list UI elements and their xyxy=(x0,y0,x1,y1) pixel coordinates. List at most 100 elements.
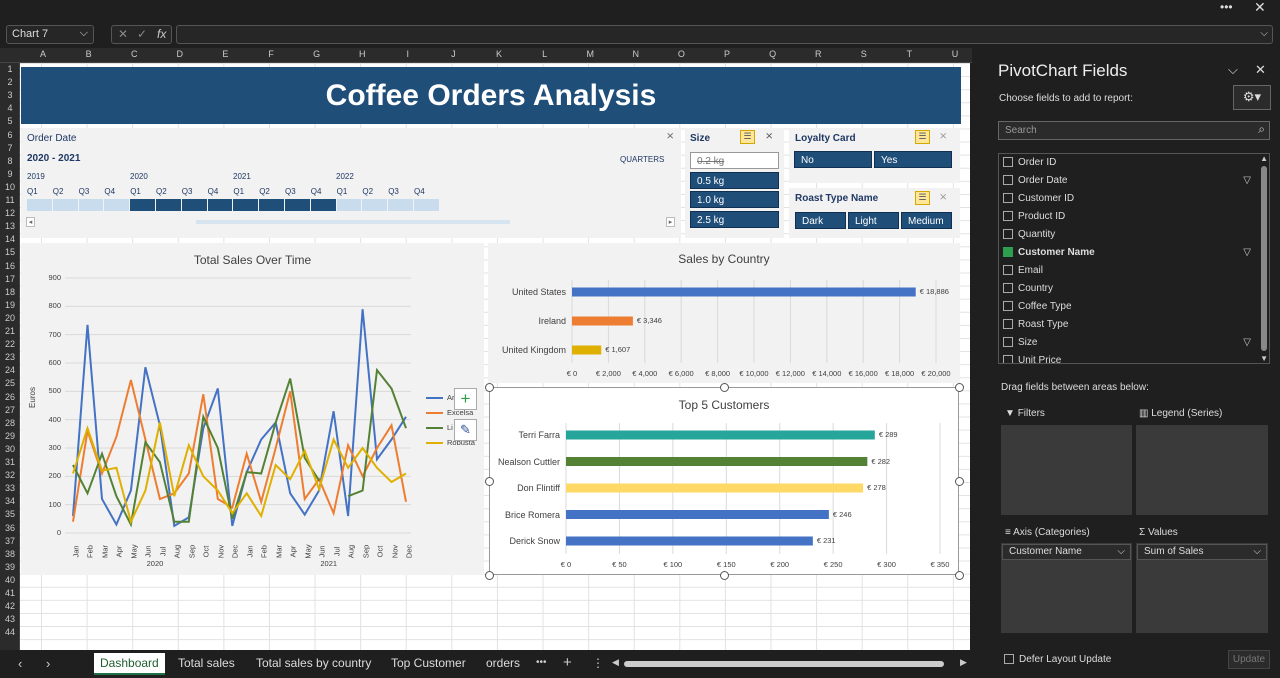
chevron-down-icon[interactable]: ⌵ xyxy=(1228,62,1238,78)
row-header[interactable]: 35 xyxy=(0,509,20,519)
scroll-left-icon[interactable]: ◂ xyxy=(26,217,35,227)
row-header[interactable]: 21 xyxy=(0,326,20,336)
enter-icon[interactable]: ✓ xyxy=(137,27,147,41)
checkbox-icon[interactable] xyxy=(1003,265,1013,276)
close-icon[interactable]: ✕ xyxy=(1255,62,1266,78)
resize-handle[interactable] xyxy=(955,571,964,580)
row-header[interactable]: 2 xyxy=(0,77,20,87)
column-header[interactable]: S xyxy=(855,49,873,59)
row-header[interactable]: 11 xyxy=(0,195,20,205)
close-icon[interactable]: ✕ xyxy=(1254,0,1266,16)
column-header[interactable]: O xyxy=(672,49,690,59)
checkbox-icon[interactable] xyxy=(1003,229,1013,240)
row-header[interactable]: 1 xyxy=(0,64,20,74)
column-header[interactable]: K xyxy=(490,49,508,59)
resize-handle[interactable] xyxy=(955,477,964,486)
row-header[interactable]: 44 xyxy=(0,627,20,637)
checkbox-icon[interactable] xyxy=(1003,319,1013,330)
row-header[interactable]: 10 xyxy=(0,182,20,192)
row-header[interactable]: 4 xyxy=(0,103,20,113)
scroll-up-icon[interactable]: ▲ xyxy=(1260,154,1268,163)
field-item[interactable]: Quantity xyxy=(1003,229,1253,245)
row-header[interactable]: 39 xyxy=(0,562,20,572)
tab-options-icon[interactable]: ⋮ xyxy=(592,656,604,670)
timeline-quarter-cell[interactable] xyxy=(156,199,181,211)
sheet-tab[interactable]: Top Customer xyxy=(385,656,472,670)
row-header[interactable]: 28 xyxy=(0,418,20,428)
scroll-right-icon[interactable]: ▶ xyxy=(960,657,967,668)
chart-styles-brush-icon[interactable]: ✎ xyxy=(454,419,477,441)
resize-handle[interactable] xyxy=(720,383,729,392)
row-header[interactable]: 3 xyxy=(0,90,20,100)
field-item[interactable]: Customer Name ▽ xyxy=(1003,247,1253,263)
loyalty-option[interactable]: Yes xyxy=(874,151,952,168)
clear-filter-icon[interactable]: ⨯ xyxy=(765,131,773,142)
scroll-thumb[interactable] xyxy=(624,661,944,667)
column-header[interactable]: G xyxy=(308,49,326,59)
row-header[interactable]: 33 xyxy=(0,483,20,493)
timeline-scrollbar[interactable] xyxy=(196,220,510,224)
column-header[interactable]: D xyxy=(171,49,189,59)
timeline-quarter-cell[interactable] xyxy=(78,199,104,211)
axis-area[interactable]: Customer Name ⌵ xyxy=(1001,543,1132,633)
field-item[interactable]: Roast Type xyxy=(1003,319,1253,335)
field-list[interactable]: Order ID Order Date ▽ Customer ID Product ID… xyxy=(998,153,1270,364)
column-header[interactable]: B xyxy=(80,49,98,59)
column-header[interactable]: N xyxy=(627,49,645,59)
cancel-icon[interactable]: ✕ xyxy=(118,27,128,41)
roast-option[interactable]: Light xyxy=(848,212,899,229)
row-header[interactable]: 17 xyxy=(0,274,20,284)
values-field-pill[interactable]: Sum of Sales ⌵ xyxy=(1137,544,1267,560)
sheet-tab[interactable]: Dashboard xyxy=(94,653,165,675)
add-sheet-button[interactable]: + xyxy=(563,654,572,671)
timeline-quarter-cell[interactable] xyxy=(52,199,78,211)
formula-input[interactable]: ⌵ xyxy=(176,25,1273,44)
roast-option[interactable]: Medium xyxy=(901,212,952,229)
search-icon[interactable]: ⌕ xyxy=(1258,122,1265,137)
row-header[interactable]: 40 xyxy=(0,575,20,585)
update-button[interactable]: Update xyxy=(1228,650,1270,669)
column-header[interactable]: U xyxy=(946,49,964,59)
prev-sheet-icon[interactable]: ‹ xyxy=(18,656,22,671)
filters-area[interactable] xyxy=(1001,425,1132,515)
multi-select-icon[interactable]: ☰ xyxy=(915,130,930,144)
field-item[interactable]: Order Date ▽ xyxy=(1003,175,1253,191)
row-header[interactable]: 27 xyxy=(0,405,20,415)
timeline-quarter-cell[interactable] xyxy=(130,199,155,211)
column-header[interactable]: R xyxy=(809,49,827,59)
row-header[interactable]: 19 xyxy=(0,300,20,310)
column-header[interactable]: P xyxy=(718,49,736,59)
resize-handle[interactable] xyxy=(485,383,494,392)
column-header[interactable]: C xyxy=(125,49,143,59)
column-header[interactable]: L xyxy=(536,49,554,59)
row-header[interactable]: 42 xyxy=(0,601,20,611)
legend-area[interactable] xyxy=(1136,425,1268,515)
row-header[interactable]: 8 xyxy=(0,156,20,166)
row-header[interactable]: 34 xyxy=(0,496,20,506)
row-header[interactable]: 15 xyxy=(0,247,20,257)
timeline-slicer[interactable]: Order Date 2020 - 2021 QUARTERS ⨯ ◂ ▸ xyxy=(21,128,681,238)
field-item[interactable]: Unit Price xyxy=(1003,355,1253,363)
expand-icon[interactable]: ⌵ xyxy=(1260,28,1268,39)
filter-icon[interactable]: ▽ xyxy=(1243,247,1251,258)
row-header[interactable]: 43 xyxy=(0,614,20,624)
column-header[interactable]: H xyxy=(353,49,371,59)
checkbox-icon[interactable] xyxy=(1003,157,1013,168)
timeline-quarter-cell[interactable] xyxy=(27,199,52,211)
timeline-quarter-cell[interactable] xyxy=(259,199,284,211)
row-header[interactable]: 29 xyxy=(0,431,20,441)
field-item[interactable]: Coffee Type xyxy=(1003,301,1253,317)
row-header[interactable]: 6 xyxy=(0,130,20,140)
timeline-quarter-cell[interactable] xyxy=(285,199,310,211)
field-item[interactable]: Size ▽ xyxy=(1003,337,1253,353)
row-header[interactable]: 9 xyxy=(0,169,20,179)
more-options-icon[interactable]: ••• xyxy=(1220,0,1233,14)
checkbox-icon[interactable] xyxy=(1003,247,1013,258)
column-header[interactable]: E xyxy=(216,49,234,59)
insert-function-button[interactable]: fx xyxy=(157,27,166,41)
timeline-quarter-cell[interactable] xyxy=(336,199,362,211)
row-header[interactable]: 37 xyxy=(0,536,20,546)
timeline-quarter-cell[interactable] xyxy=(414,199,439,211)
scroll-left-icon[interactable]: ◀ xyxy=(612,657,619,668)
row-header[interactable]: 18 xyxy=(0,287,20,297)
